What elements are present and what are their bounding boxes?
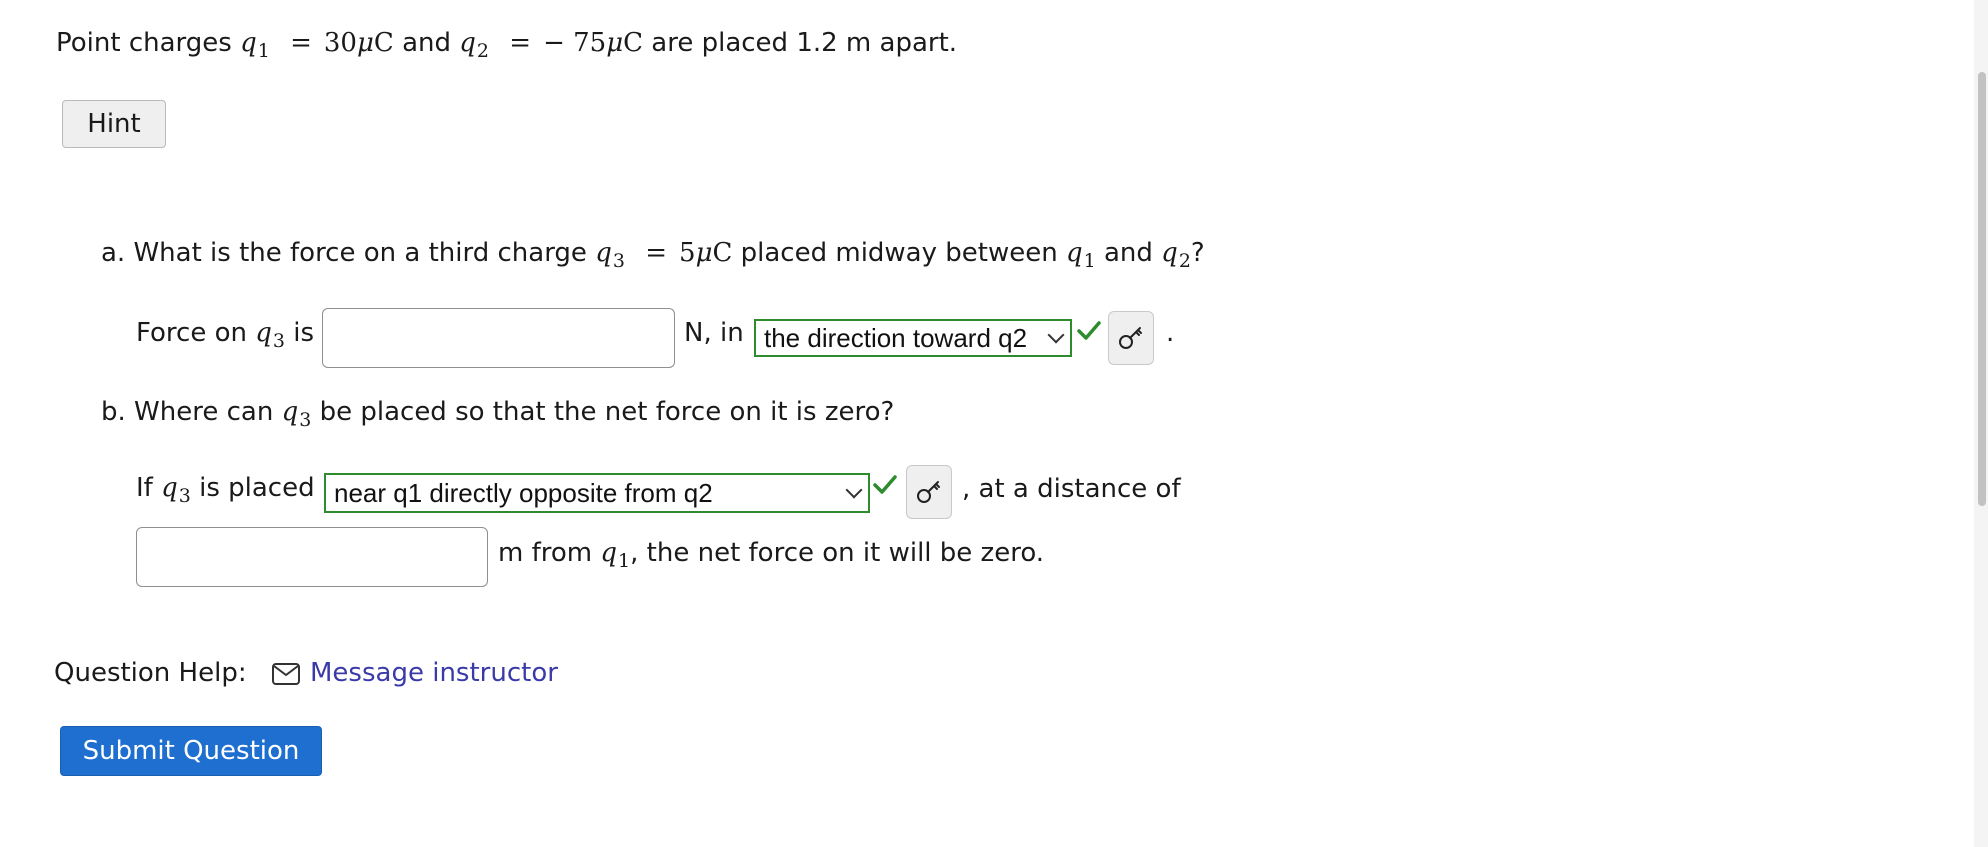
q1-subscript: 1 bbox=[1083, 250, 1096, 272]
force-label: Force on q3 is bbox=[136, 318, 315, 352]
end-period: . bbox=[1166, 318, 1175, 348]
m-from-text: m from bbox=[498, 538, 593, 568]
q1-subscript: 1 bbox=[257, 40, 270, 62]
show-answer-key-button[interactable] bbox=[1108, 311, 1154, 365]
micro-symbol: μ bbox=[606, 28, 624, 58]
intro-suffix: are placed 1.2 m apart. bbox=[651, 28, 958, 58]
micro-symbol: μ bbox=[695, 238, 713, 268]
equals-sign: = bbox=[290, 28, 312, 58]
chevron-down-icon bbox=[1047, 326, 1065, 344]
if-text: If bbox=[136, 473, 153, 503]
q3-symbol: q bbox=[161, 473, 178, 503]
q2-symbol: q bbox=[459, 28, 476, 58]
q3-subscript: 3 bbox=[612, 250, 625, 272]
force-input[interactable] bbox=[322, 308, 675, 368]
direction-select[interactable]: the direction toward q2 bbox=[754, 319, 1072, 357]
q1-subscript: 1 bbox=[618, 550, 631, 572]
placement-label: If q3 is placed bbox=[136, 473, 315, 507]
part-a-question-mid: placed midway between bbox=[740, 238, 1058, 268]
q1-value: 30 bbox=[323, 28, 357, 58]
submit-question-button[interactable]: Submit Question bbox=[60, 726, 322, 776]
coulomb-unit: C bbox=[712, 238, 733, 268]
key-icon bbox=[917, 481, 940, 503]
coulomb-unit: C bbox=[373, 28, 394, 58]
distance-result-text: m from q1, the net force on it will be z… bbox=[498, 538, 1045, 572]
q1-symbol: q bbox=[1065, 238, 1083, 268]
q3-symbol: q bbox=[595, 238, 612, 268]
micro-symbol: μ bbox=[356, 28, 374, 58]
scrollbar-thumb[interactable] bbox=[1978, 72, 1986, 506]
q2-symbol: q bbox=[1161, 238, 1178, 268]
part-b-question-suffix: be placed so that the net force on it is… bbox=[319, 397, 895, 427]
checkmark-icon bbox=[873, 475, 897, 494]
q1-symbol: q bbox=[600, 538, 618, 568]
q2-subscript: 2 bbox=[1178, 250, 1191, 272]
force-on-text: Force on bbox=[136, 318, 247, 348]
part-a-question-text: a. What is the force on a third charge bbox=[101, 238, 587, 268]
location-select-value: near q1 directly opposite from q2 bbox=[334, 477, 713, 508]
part-b-question-text: b. Where can bbox=[101, 397, 274, 427]
key-icon bbox=[1119, 327, 1142, 349]
question-mark: ? bbox=[1190, 238, 1205, 268]
is-text: is bbox=[293, 318, 315, 348]
location-select[interactable]: near q1 directly opposite from q2 bbox=[324, 473, 870, 513]
message-instructor-link[interactable]: Message instructor bbox=[310, 658, 558, 688]
intro-text: Point charges bbox=[56, 28, 232, 58]
q3-symbol: q bbox=[281, 397, 299, 427]
q3-value: 5 bbox=[679, 238, 696, 268]
hint-button[interactable]: Hint bbox=[62, 100, 166, 148]
q2-value: − 75 bbox=[543, 28, 607, 58]
distance-text: , at a distance of bbox=[962, 474, 1181, 504]
force-unit-text: N, in bbox=[684, 318, 744, 348]
q3-symbol: q bbox=[255, 318, 272, 348]
part-a-question: a. What is the force on a third charge q… bbox=[101, 238, 1205, 272]
problem-statement: Point charges q1 = 30μC and q2 = − 75μC ar… bbox=[56, 28, 958, 62]
q3-subscript: 3 bbox=[299, 409, 312, 431]
q2-subscript: 2 bbox=[476, 40, 489, 62]
q3-subscript: 3 bbox=[272, 330, 286, 352]
distance-input[interactable] bbox=[136, 527, 488, 587]
net-force-zero-text: , the net force on it will be zero. bbox=[630, 538, 1045, 568]
coulomb-unit: C bbox=[623, 28, 644, 58]
show-answer-key-button[interactable] bbox=[906, 465, 952, 519]
chevron-down-icon bbox=[845, 481, 863, 499]
part-b-question: b. Where can q3 be placed so that the ne… bbox=[101, 397, 895, 431]
is-placed-text: is placed bbox=[199, 473, 315, 503]
q1-symbol: q bbox=[240, 28, 257, 58]
and-text: and bbox=[1103, 238, 1153, 268]
envelope-icon bbox=[272, 663, 300, 685]
direction-select-value: the direction toward q2 bbox=[764, 322, 1028, 353]
and-text: and bbox=[402, 28, 451, 58]
checkmark-icon bbox=[1077, 321, 1101, 340]
question-help-label: Question Help: bbox=[54, 658, 247, 688]
equals-sign: = bbox=[645, 238, 668, 268]
q3-subscript: 3 bbox=[178, 485, 191, 507]
equals-sign: = bbox=[509, 28, 532, 58]
